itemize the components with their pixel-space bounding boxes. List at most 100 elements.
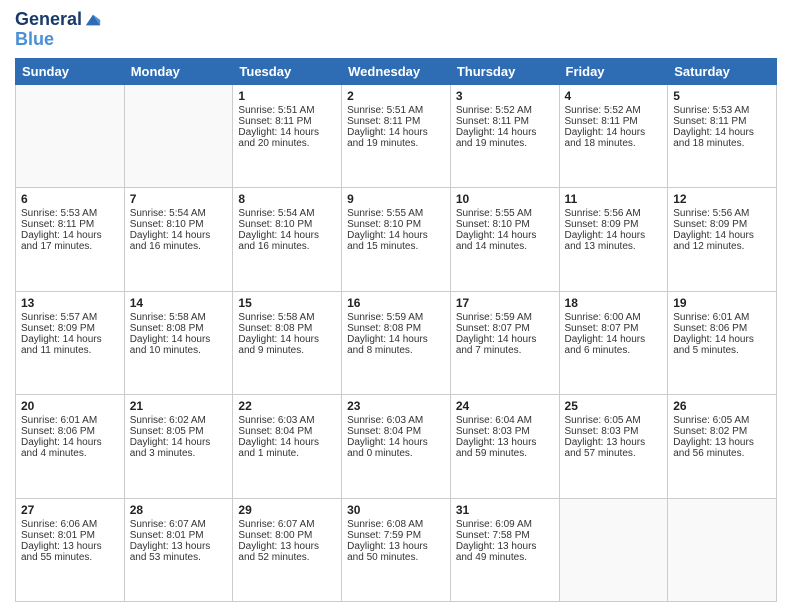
- day-info: Daylight: 14 hours and 19 minutes.: [347, 127, 445, 149]
- day-number: 8: [238, 192, 336, 206]
- day-info: Daylight: 14 hours and 5 minutes.: [673, 334, 771, 356]
- logo-text-blue: Blue: [15, 29, 54, 49]
- day-info: Daylight: 13 hours and 50 minutes.: [347, 541, 445, 563]
- logo-icon: [84, 11, 102, 29]
- day-info: Sunrise: 5:54 AM: [238, 208, 336, 219]
- day-number: 10: [456, 192, 554, 206]
- day-info: Sunset: 8:06 PM: [673, 323, 771, 334]
- day-info: Sunrise: 5:53 AM: [673, 105, 771, 116]
- day-info: Daylight: 13 hours and 49 minutes.: [456, 541, 554, 563]
- day-info: Daylight: 14 hours and 20 minutes.: [238, 127, 336, 149]
- day-info: Daylight: 13 hours and 56 minutes.: [673, 437, 771, 459]
- day-info: Sunrise: 5:58 AM: [130, 312, 228, 323]
- day-info: Sunrise: 5:52 AM: [565, 105, 663, 116]
- day-info: Sunset: 8:06 PM: [21, 426, 119, 437]
- day-number: 2: [347, 89, 445, 103]
- day-info: Daylight: 14 hours and 17 minutes.: [21, 230, 119, 252]
- day-info: Sunset: 8:11 PM: [347, 116, 445, 127]
- day-info: Sunrise: 5:59 AM: [347, 312, 445, 323]
- calendar-cell: 13Sunrise: 5:57 AMSunset: 8:09 PMDayligh…: [16, 291, 125, 394]
- day-header-tuesday: Tuesday: [233, 58, 342, 84]
- calendar-cell: [16, 84, 125, 187]
- logo: General Blue: [15, 10, 102, 50]
- day-header-wednesday: Wednesday: [342, 58, 451, 84]
- day-info: Sunrise: 6:01 AM: [673, 312, 771, 323]
- day-number: 21: [130, 399, 228, 413]
- day-info: Sunset: 8:10 PM: [130, 219, 228, 230]
- day-info: Sunset: 8:10 PM: [347, 219, 445, 230]
- day-info: Sunset: 8:02 PM: [673, 426, 771, 437]
- day-info: Sunrise: 6:03 AM: [347, 415, 445, 426]
- day-info: Sunrise: 5:55 AM: [347, 208, 445, 219]
- day-info: Daylight: 14 hours and 1 minute.: [238, 437, 336, 459]
- calendar-week-1: 1Sunrise: 5:51 AMSunset: 8:11 PMDaylight…: [16, 84, 777, 187]
- calendar-cell: 24Sunrise: 6:04 AMSunset: 8:03 PMDayligh…: [450, 395, 559, 498]
- day-info: Sunrise: 6:05 AM: [565, 415, 663, 426]
- day-info: Sunset: 8:10 PM: [238, 219, 336, 230]
- day-info: Sunset: 8:01 PM: [21, 530, 119, 541]
- calendar-cell: 23Sunrise: 6:03 AMSunset: 8:04 PMDayligh…: [342, 395, 451, 498]
- day-info: Sunset: 8:11 PM: [21, 219, 119, 230]
- calendar-cell: 4 Sunrise: 5:52 AMSunset: 8:11 PMDaylight…: [559, 84, 668, 187]
- day-number: 17: [456, 296, 554, 310]
- calendar-cell: 27Sunrise: 6:06 AMSunset: 8:01 PMDayligh…: [16, 498, 125, 601]
- day-info: Sunrise: 6:01 AM: [21, 415, 119, 426]
- day-info: Sunrise: 6:08 AM: [347, 519, 445, 530]
- day-number: 30: [347, 503, 445, 517]
- calendar-cell: 18Sunrise: 6:00 AMSunset: 8:07 PMDayligh…: [559, 291, 668, 394]
- day-header-sunday: Sunday: [16, 58, 125, 84]
- day-number: 7: [130, 192, 228, 206]
- day-info: Sunrise: 5:56 AM: [673, 208, 771, 219]
- day-info: Sunrise: 6:00 AM: [565, 312, 663, 323]
- day-number: 6: [21, 192, 119, 206]
- day-number: 25: [565, 399, 663, 413]
- day-info: Daylight: 14 hours and 4 minutes.: [21, 437, 119, 459]
- day-info: Sunset: 8:03 PM: [565, 426, 663, 437]
- day-number: 1: [238, 89, 336, 103]
- calendar-cell: 22Sunrise: 6:03 AMSunset: 8:04 PMDayligh…: [233, 395, 342, 498]
- day-number: 16: [347, 296, 445, 310]
- day-number: 3: [456, 89, 554, 103]
- day-number: 14: [130, 296, 228, 310]
- day-info: Daylight: 13 hours and 57 minutes.: [565, 437, 663, 459]
- day-info: Daylight: 14 hours and 14 minutes.: [456, 230, 554, 252]
- day-info: Daylight: 14 hours and 9 minutes.: [238, 334, 336, 356]
- day-number: 24: [456, 399, 554, 413]
- day-info: Daylight: 14 hours and 7 minutes.: [456, 334, 554, 356]
- calendar-cell: [668, 498, 777, 601]
- day-number: 15: [238, 296, 336, 310]
- calendar-cell: 16Sunrise: 5:59 AMSunset: 8:08 PMDayligh…: [342, 291, 451, 394]
- calendar-cell: 25 Sunrise: 6:05 AMSunset: 8:03 PMDayligh…: [559, 395, 668, 498]
- day-info: Sunset: 8:11 PM: [238, 116, 336, 127]
- calendar-week-2: 6Sunrise: 5:53 AMSunset: 8:11 PMDaylight…: [16, 188, 777, 291]
- day-info: Sunrise: 6:06 AM: [21, 519, 119, 530]
- calendar-cell: 9Sunrise: 5:55 AMSunset: 8:10 PMDaylight…: [342, 188, 451, 291]
- day-info: Sunrise: 6:05 AM: [673, 415, 771, 426]
- calendar-week-3: 13Sunrise: 5:57 AMSunset: 8:09 PMDayligh…: [16, 291, 777, 394]
- day-info: Daylight: 14 hours and 10 minutes.: [130, 334, 228, 356]
- calendar-cell: 10Sunrise: 5:55 AMSunset: 8:10 PMDayligh…: [450, 188, 559, 291]
- day-info: Daylight: 14 hours and 3 minutes.: [130, 437, 228, 459]
- day-info: Sunset: 8:11 PM: [565, 116, 663, 127]
- day-number: 4: [565, 89, 663, 103]
- calendar-cell: [124, 84, 233, 187]
- day-info: Sunset: 8:08 PM: [238, 323, 336, 334]
- day-info: Sunset: 8:10 PM: [456, 219, 554, 230]
- calendar-cell: [559, 498, 668, 601]
- day-info: Sunset: 7:59 PM: [347, 530, 445, 541]
- day-info: Sunset: 8:08 PM: [130, 323, 228, 334]
- day-info: Sunrise: 6:02 AM: [130, 415, 228, 426]
- day-info: Daylight: 14 hours and 16 minutes.: [130, 230, 228, 252]
- day-info: Sunset: 8:11 PM: [456, 116, 554, 127]
- calendar-cell: 3Sunrise: 5:52 AMSunset: 8:11 PMDaylight…: [450, 84, 559, 187]
- day-info: Sunrise: 5:51 AM: [347, 105, 445, 116]
- header: General Blue: [15, 10, 777, 50]
- day-info: Daylight: 14 hours and 18 minutes.: [565, 127, 663, 149]
- calendar-cell: 17Sunrise: 5:59 AMSunset: 8:07 PMDayligh…: [450, 291, 559, 394]
- day-info: Sunset: 8:08 PM: [347, 323, 445, 334]
- day-info: Daylight: 14 hours and 12 minutes.: [673, 230, 771, 252]
- day-info: Daylight: 13 hours and 59 minutes.: [456, 437, 554, 459]
- calendar-cell: 2 Sunrise: 5:51 AMSunset: 8:11 PMDaylight…: [342, 84, 451, 187]
- day-info: Daylight: 14 hours and 16 minutes.: [238, 230, 336, 252]
- day-number: 22: [238, 399, 336, 413]
